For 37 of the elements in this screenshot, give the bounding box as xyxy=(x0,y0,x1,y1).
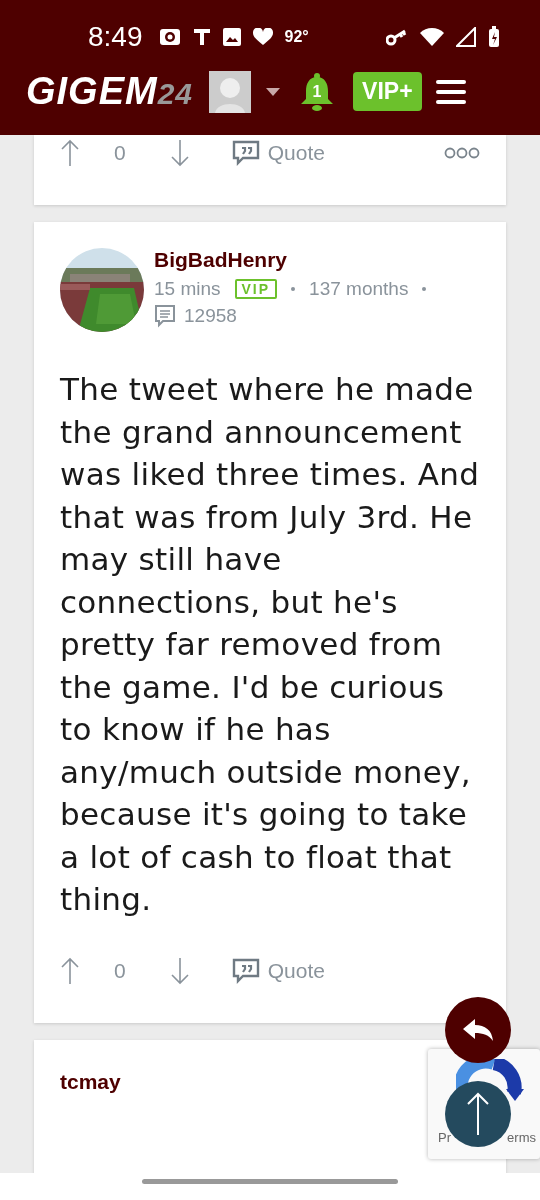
reply-icon xyxy=(462,1017,494,1043)
post-text: The tweet where he made the grand announcement was liked three times. And that was from July 3rd. He may still have connections, but he's pretty far removed from the game. I'd be curious to know if he has any/much outside money, because it's going to take a lot of cash to float that thing. xyxy=(60,370,480,919)
downvote-icon[interactable] xyxy=(169,956,190,985)
heart-icon xyxy=(252,28,273,46)
upvote-icon[interactable] xyxy=(60,139,80,167)
comment-icon xyxy=(154,304,176,328)
vote-count: 0 xyxy=(114,141,126,165)
vip-badge: VIP xyxy=(234,279,278,299)
quote-button[interactable]: Quote xyxy=(231,957,325,984)
more-options-icon[interactable] xyxy=(444,147,480,159)
user-avatar-icon[interactable] xyxy=(209,70,252,113)
member-tenure: 137 months xyxy=(309,278,409,300)
menu-icon[interactable] xyxy=(435,78,466,105)
arrow-up-icon xyxy=(466,1092,490,1136)
caret-icon[interactable] xyxy=(265,86,282,97)
site-logo[interactable]: GIGEM24 xyxy=(26,70,194,113)
separator-dot xyxy=(422,287,427,291)
battery-icon xyxy=(488,26,500,48)
post-time: 15 mins xyxy=(154,278,221,300)
vote-count: 0 xyxy=(114,958,126,983)
text-icon xyxy=(192,28,211,46)
wifi-icon xyxy=(420,27,444,47)
upvote-icon[interactable] xyxy=(60,956,80,985)
temperature: 92° xyxy=(284,28,309,46)
post-count: 12958 xyxy=(184,305,237,327)
quote-icon xyxy=(231,957,260,984)
quote-button[interactable]: Quote xyxy=(231,140,325,166)
author-name[interactable]: BigBadHenry xyxy=(154,248,480,272)
downvote-icon[interactable] xyxy=(169,139,190,167)
separator-dot xyxy=(291,287,296,291)
status-time: 8:49 xyxy=(88,21,143,53)
camera-icon xyxy=(158,28,181,46)
quote-icon xyxy=(231,140,260,166)
author-name[interactable]: tcmay xyxy=(60,1069,121,1094)
signal-icon xyxy=(456,27,476,47)
key-icon xyxy=(386,28,408,46)
image-icon xyxy=(222,28,241,46)
